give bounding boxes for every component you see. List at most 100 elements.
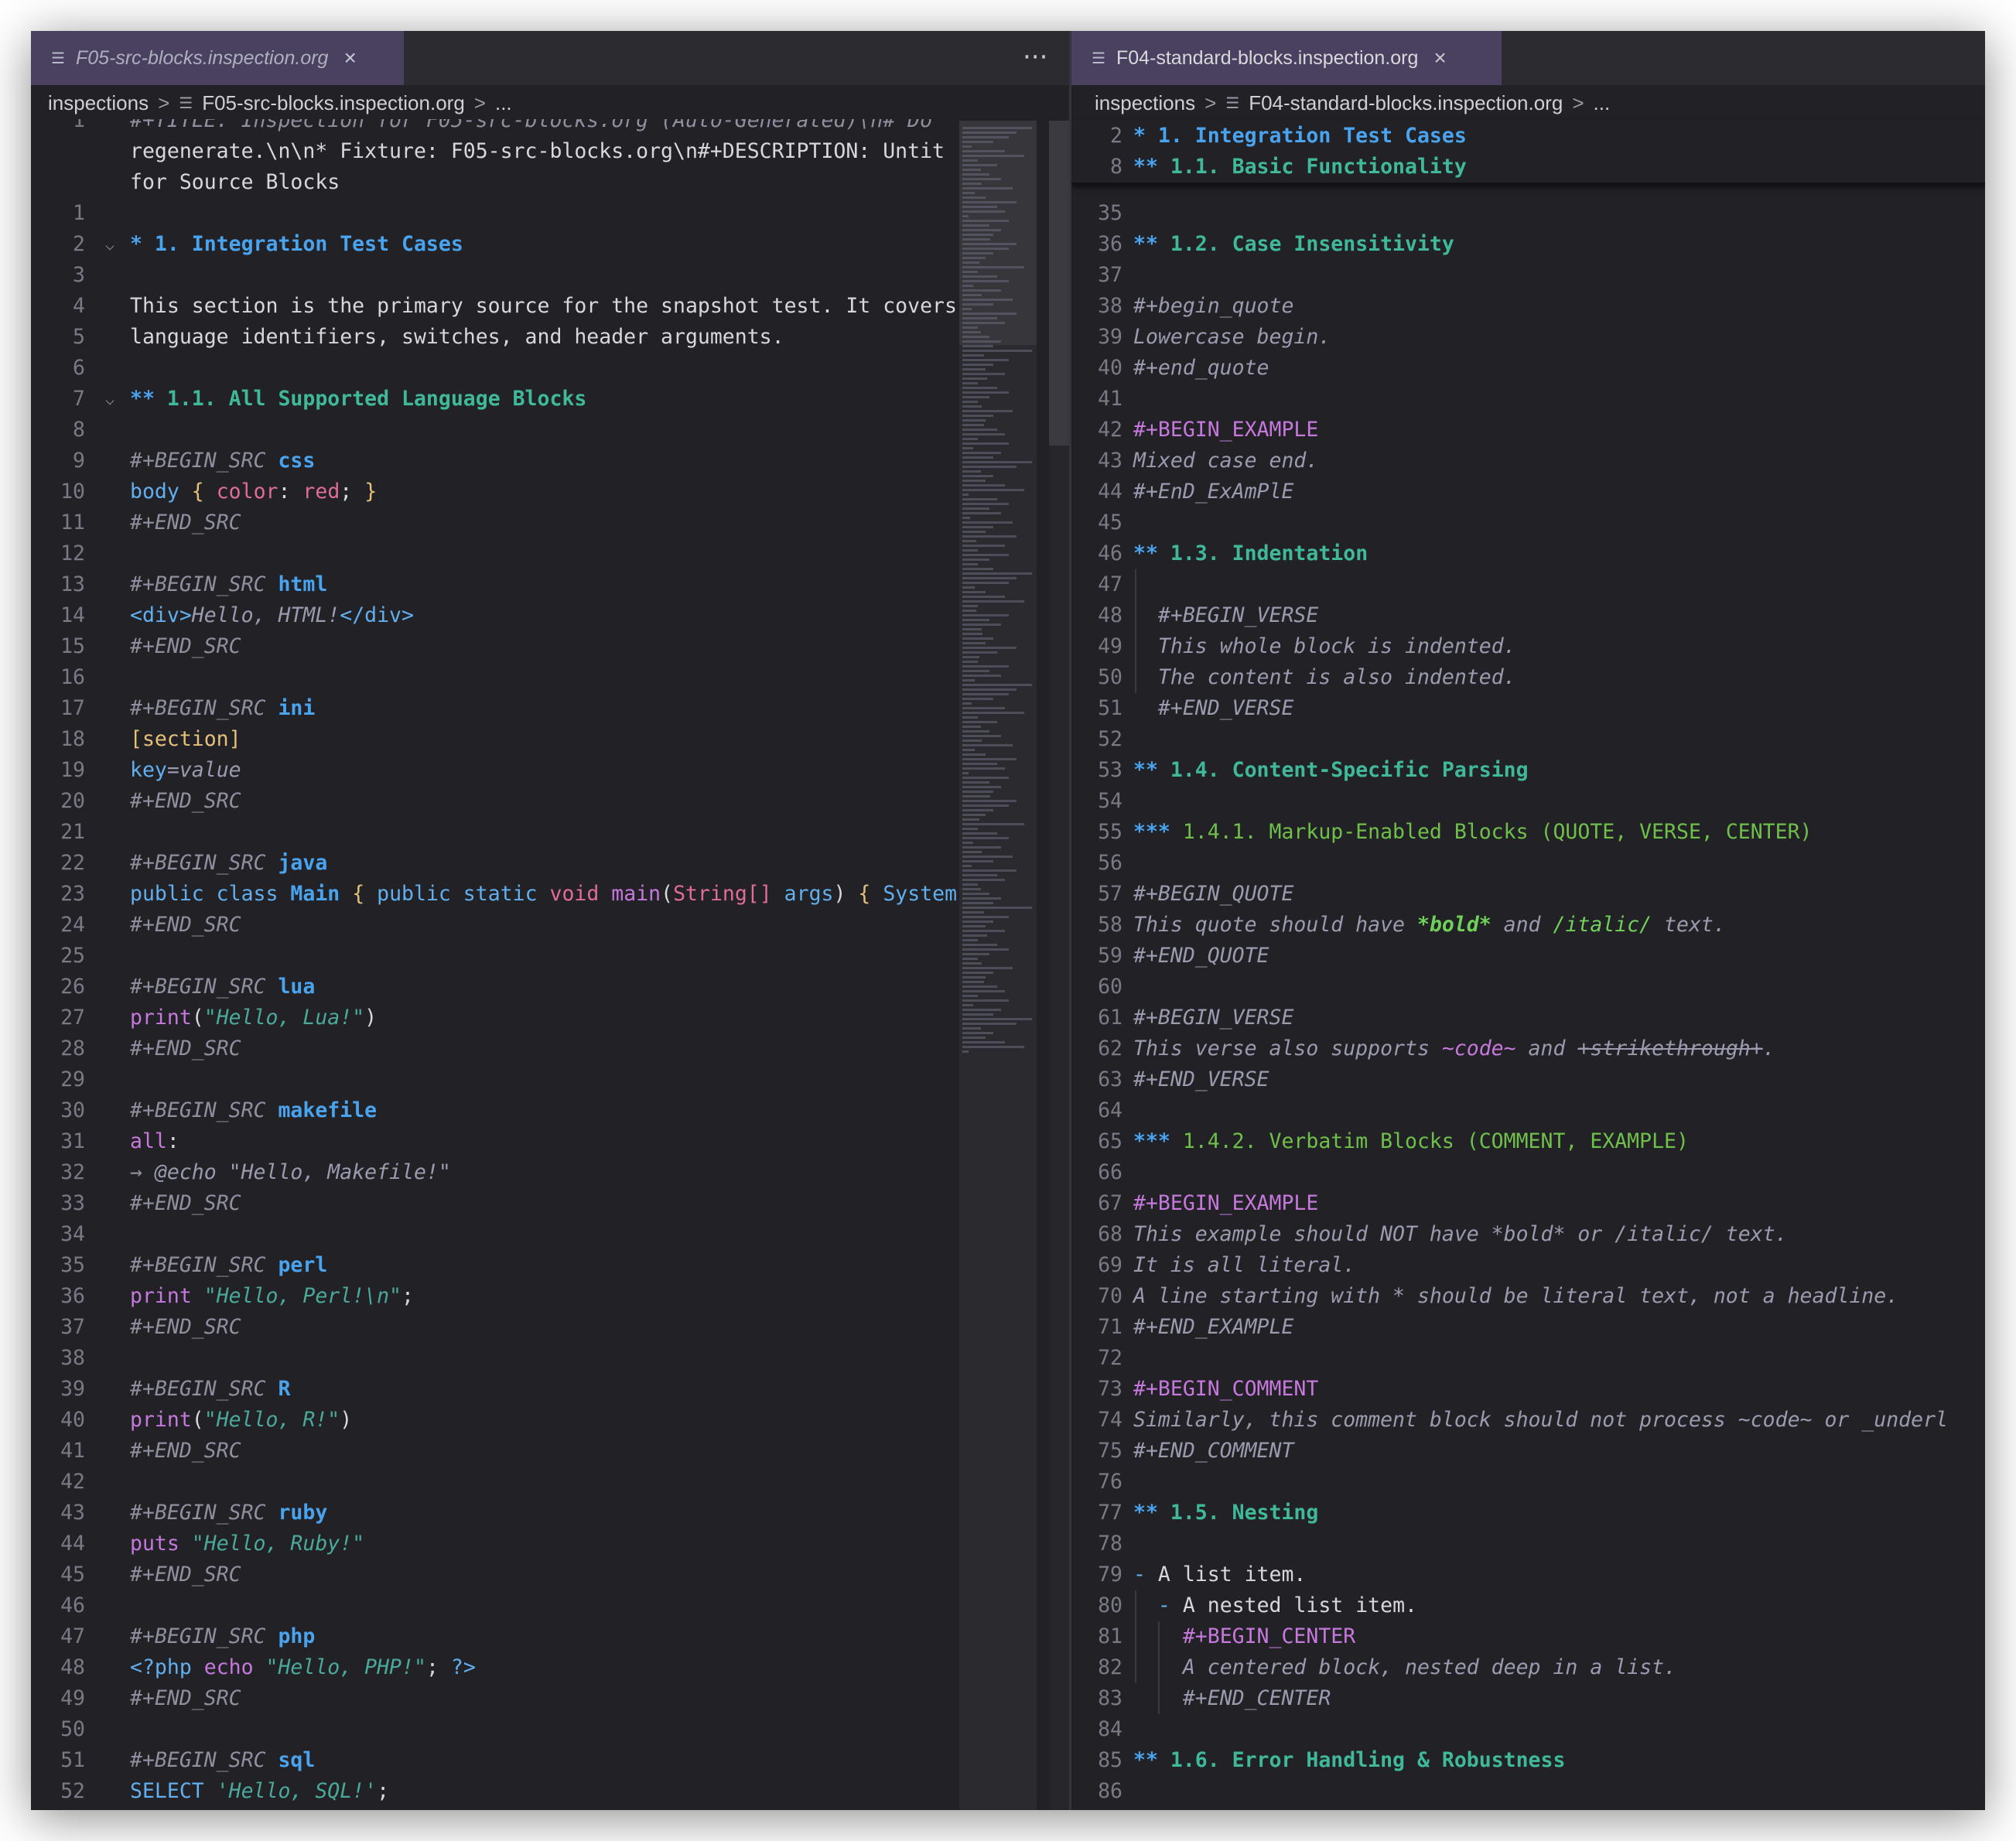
code-line[interactable]: 32 → @echo "Hello, Makefile!" xyxy=(31,1157,959,1188)
code-line[interactable]: 72 xyxy=(1071,1343,1985,1374)
code-line[interactable]: 51 #+END_VERSE xyxy=(1071,693,1985,724)
chevron-down-icon[interactable]: ⌵ xyxy=(105,229,124,260)
code-line[interactable]: 39 Lowercase begin. xyxy=(1071,322,1985,353)
code-line[interactable]: 20 #+END_SRC xyxy=(31,786,959,817)
code-line[interactable]: 77 ** 1.5. Nesting xyxy=(1071,1498,1985,1528)
close-icon[interactable]: × xyxy=(343,46,356,70)
code-line[interactable]: 45 #+END_SRC xyxy=(31,1559,959,1590)
code-line[interactable]: 48 #+BEGIN_VERSE xyxy=(1071,600,1985,631)
code-line[interactable]: 69 It is all literal. xyxy=(1071,1250,1985,1281)
breadcrumb-file[interactable]: F05-src-blocks.inspection.org xyxy=(202,91,465,115)
code-line[interactable]: 40 #+end_quote xyxy=(1071,353,1985,384)
code-line[interactable]: 53 ** 1.4. Content-Specific Parsing xyxy=(1071,755,1985,786)
code-line[interactable]: 15 #+END_SRC xyxy=(31,631,959,662)
code-line[interactable]: 25 xyxy=(31,941,959,972)
code-line[interactable]: 39 #+BEGIN_SRC R xyxy=(31,1374,959,1405)
code-line[interactable]: 58 This quote should have *bold* and /ita… xyxy=(1071,910,1985,941)
code-line[interactable]: 37 #+END_SRC xyxy=(31,1312,959,1343)
close-icon[interactable]: × xyxy=(1433,46,1446,70)
code-line[interactable]: 35 #+BEGIN_SRC perl xyxy=(31,1250,959,1281)
code-line[interactable]: 19 key=value xyxy=(31,755,959,786)
code-line[interactable]: 70 A line starting with * should be liter… xyxy=(1071,1281,1985,1312)
code-line[interactable]: 55 *** 1.4.1. Markup-Enabled Blocks (QUOT… xyxy=(1071,817,1985,848)
code-line[interactable]: 62 This verse also supports ~code~ and +s… xyxy=(1071,1033,1985,1064)
code-line[interactable]: 42 #+BEGIN_EXAMPLE xyxy=(1071,415,1985,446)
code-line[interactable]: 50 The content is also indented. xyxy=(1071,662,1985,693)
code-line[interactable]: 59 #+END_QUOTE xyxy=(1071,941,1985,972)
code-line[interactable]: 13 #+BEGIN_SRC html xyxy=(31,569,959,600)
code-line[interactable]: 43 Mixed case end. xyxy=(1071,446,1985,476)
code-line[interactable]: 11 #+END_SRC xyxy=(31,507,959,538)
code-line[interactable]: 36 ** 1.2. Case Insensitivity xyxy=(1071,229,1985,260)
code-line[interactable]: 46 xyxy=(31,1590,959,1621)
code-line[interactable]: 35 xyxy=(1071,198,1985,229)
code-line[interactable]: 43 #+BEGIN_SRC ruby xyxy=(31,1498,959,1528)
code-line[interactable]: 27 print("Hello, Lua!") xyxy=(31,1002,959,1033)
code-line[interactable]: 12 xyxy=(31,538,959,569)
code-line[interactable]: 60 xyxy=(1071,972,1985,1002)
code-line[interactable]: regenerate.\n\n* Fixture: F05-src-blocks… xyxy=(31,136,959,167)
code-line[interactable]: 64 xyxy=(1071,1095,1985,1126)
code-area[interactable]: 35 36 ** 1.2. Case Insensitivity 37 38 #+begi… xyxy=(1071,198,1985,1810)
code-line[interactable]: 48 <?php echo "Hello, PHP!"; ?> xyxy=(31,1652,959,1683)
code-line[interactable]: 18 [section] xyxy=(31,724,959,755)
code-line[interactable]: 17 #+BEGIN_SRC ini xyxy=(31,693,959,724)
code-line[interactable]: 26 #+BEGIN_SRC lua xyxy=(31,972,959,1002)
code-line[interactable]: 47 #+BEGIN_SRC php xyxy=(31,1621,959,1652)
breadcrumb-more[interactable]: ... xyxy=(495,91,512,115)
code-line[interactable]: 50 xyxy=(31,1714,959,1745)
code-line[interactable]: 2 * 1. Integration Test Cases xyxy=(1071,121,1985,152)
code-line[interactable]: 14 <div>Hello, HTML!</div> xyxy=(31,600,959,631)
code-line[interactable]: 21 xyxy=(31,817,959,848)
breadcrumb-folder[interactable]: inspections xyxy=(48,91,149,115)
sticky-scroll-header[interactable]: 2 * 1. Integration Test Cases 8 ** 1.1. Bas… xyxy=(1071,121,1985,185)
breadcrumb-folder[interactable]: inspections xyxy=(1095,91,1195,115)
code-line[interactable]: 44 puts "Hello, Ruby!" xyxy=(31,1528,959,1559)
tab-f04-standard-blocks[interactable]: ☰ F04-standard-blocks.inspection.org × xyxy=(1071,31,1502,85)
breadcrumb-file[interactable]: F04-standard-blocks.inspection.org xyxy=(1249,91,1563,115)
code-line[interactable]: 67 #+BEGIN_EXAMPLE xyxy=(1071,1188,1985,1219)
code-line[interactable]: for Source Blocks xyxy=(31,167,959,198)
code-line[interactable]: 16 xyxy=(31,662,959,693)
code-line[interactable]: 38 #+begin_quote xyxy=(1071,291,1985,322)
code-line[interactable]: 75 #+END_COMMENT xyxy=(1071,1436,1985,1467)
code-line[interactable]: 5 language identifiers, switches, and hea… xyxy=(31,322,959,353)
code-line[interactable]: 40 print("Hello, R!") xyxy=(31,1405,959,1436)
code-line[interactable]: 31 all: xyxy=(31,1126,959,1157)
code-line[interactable]: 2 ⌵ * 1. Integration Test Cases xyxy=(31,229,959,260)
code-line[interactable]: 66 xyxy=(1071,1157,1985,1188)
code-line[interactable]: 34 xyxy=(31,1219,959,1250)
code-line[interactable]: 85 ** 1.6. Error Handling & Robustness xyxy=(1071,1745,1985,1776)
code-line[interactable]: 1 #+TITLE: Inspection for F05-src-blocks.… xyxy=(31,119,959,136)
code-line[interactable]: 23 public class Main { public static void… xyxy=(31,879,959,910)
code-line[interactable]: 29 xyxy=(31,1064,959,1095)
code-area[interactable]: 1 #+TITLE: Inspection for F05-src-blocks.… xyxy=(31,119,959,1810)
code-line[interactable]: 52 SELECT 'Hello, SQL!'; xyxy=(31,1776,959,1807)
code-line[interactable]: 81 #+BEGIN_CENTER xyxy=(1071,1621,1985,1652)
more-actions-icon[interactable]: ··· xyxy=(1023,42,1047,73)
code-line[interactable]: 84 xyxy=(1071,1714,1985,1745)
code-line[interactable]: 54 xyxy=(1071,786,1985,817)
scrollbar-thumb[interactable] xyxy=(1049,121,1069,446)
code-line[interactable]: 71 #+END_EXAMPLE xyxy=(1071,1312,1985,1343)
vertical-scrollbar[interactable] xyxy=(1049,121,1069,1810)
code-line[interactable]: 49 #+END_SRC xyxy=(31,1683,959,1714)
code-line[interactable]: 83 #+END_CENTER xyxy=(1071,1683,1985,1714)
code-line[interactable]: 8 ** 1.1. Basic Functionality xyxy=(1071,152,1985,183)
code-line[interactable]: 3 xyxy=(31,260,959,291)
code-line[interactable]: 9 #+BEGIN_SRC css xyxy=(31,446,959,476)
code-line[interactable]: 24 #+END_SRC xyxy=(31,910,959,941)
code-line[interactable]: 41 xyxy=(1071,384,1985,415)
code-line[interactable]: 46 ** 1.3. Indentation xyxy=(1071,538,1985,569)
code-line[interactable]: 47 xyxy=(1071,569,1985,600)
code-line[interactable]: 86 xyxy=(1071,1776,1985,1807)
code-line[interactable]: 65 *** 1.4.2. Verbatim Blocks (COMMENT, E… xyxy=(1071,1126,1985,1157)
code-line[interactable]: 28 #+END_SRC xyxy=(31,1033,959,1064)
code-line[interactable]: 1 xyxy=(31,198,959,229)
code-line[interactable]: 76 xyxy=(1071,1467,1985,1498)
code-line[interactable]: 61 #+BEGIN_VERSE xyxy=(1071,1002,1985,1033)
code-line[interactable]: 10 body { color: red; } xyxy=(31,476,959,507)
code-line[interactable]: 22 #+BEGIN_SRC java xyxy=(31,848,959,879)
code-line[interactable]: 51 #+BEGIN_SRC sql xyxy=(31,1745,959,1776)
code-line[interactable]: 82 A centered block, nested deep in a li… xyxy=(1071,1652,1985,1683)
